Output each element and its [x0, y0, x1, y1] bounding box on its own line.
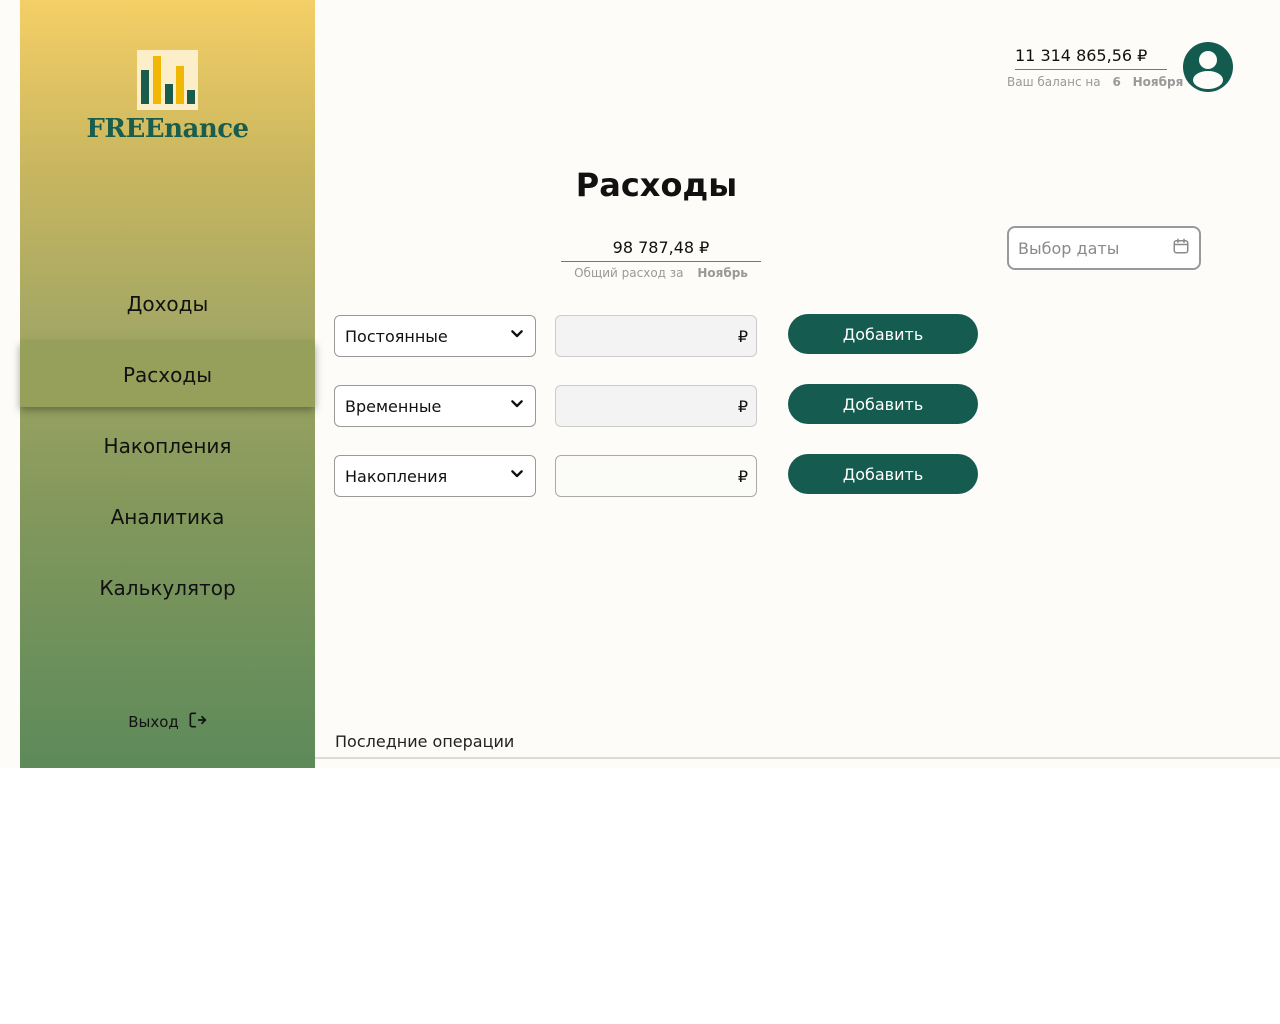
logout-icon [187, 710, 207, 734]
add-button[interactable]: Добавить [788, 384, 978, 424]
sidebar: FREEnance Доходы Расходы Накопления Анал… [20, 0, 315, 768]
divider [315, 757, 1280, 759]
add-button[interactable]: Добавить [788, 314, 978, 354]
currency-symbol: ₽ [737, 466, 748, 486]
logout-button[interactable]: Выход [20, 710, 315, 734]
amount-input[interactable]: ₽ [555, 455, 757, 497]
chevron-down-icon [509, 396, 525, 416]
sidebar-item-calculator[interactable]: Калькулятор [20, 555, 315, 620]
total-expense-widget: 98 787,48 ₽ Общий расход за Ноябрь [561, 234, 761, 280]
currency-symbol: ₽ [737, 396, 748, 416]
balance-value: 11 314 865,56 ₽ [1015, 42, 1167, 70]
expense-row-savings: Накопления ₽ Добавить [334, 454, 994, 497]
page-title: Расходы [575, 166, 738, 204]
total-month: Ноябрь [697, 266, 748, 280]
calendar-icon [1172, 237, 1190, 259]
chevron-down-icon [509, 326, 525, 346]
total-expense-value: 98 787,48 ₽ [561, 234, 761, 262]
balance-note: Ваш баланс на 6 Ноября [1007, 75, 1183, 89]
sidebar-item-income[interactable]: Доходы [20, 271, 315, 336]
logout-label: Выход [128, 713, 179, 731]
add-button[interactable]: Добавить [788, 454, 978, 494]
category-select-value: Постоянные [345, 326, 448, 346]
sidebar-item-savings[interactable]: Накопления [20, 413, 315, 478]
category-select-value: Временные [345, 396, 442, 416]
amount-input[interactable]: ₽ [555, 315, 757, 357]
sidebar-item-label: Калькулятор [99, 575, 236, 600]
total-expense-note: Общий расход за Ноябрь [561, 266, 761, 280]
app-window: FREEnance Доходы Расходы Накопления Анал… [0, 0, 1280, 768]
amount-input[interactable]: ₽ [555, 385, 757, 427]
category-select[interactable]: Постоянные [334, 315, 536, 357]
date-picker-placeholder: Выбор даты [1018, 238, 1120, 258]
chevron-down-icon [509, 466, 525, 486]
category-select[interactable]: Временные [334, 385, 536, 427]
sidebar-item-label: Расходы [122, 362, 212, 387]
date-picker-input[interactable]: Выбор даты [1007, 226, 1201, 270]
sidebar-item-label: Доходы [126, 291, 209, 316]
recent-operations-heading: Последние операции [335, 732, 515, 751]
category-select-value: Накопления [345, 466, 448, 486]
balance-widget: 11 314 865,56 ₽ Ваш баланс на 6 Ноября [1007, 42, 1183, 89]
total-note-label: Общий расход за [574, 266, 684, 280]
expense-row-temporary: Временные ₽ Добавить [334, 384, 994, 427]
bar-chart-icon [137, 50, 198, 110]
expense-row-permanent: Постоянные ₽ Добавить [334, 314, 994, 357]
balance-month: Ноября [1132, 75, 1184, 89]
sidebar-item-label: Аналитика [110, 504, 225, 529]
sidebar-item-label: Накопления [103, 433, 232, 458]
category-select[interactable]: Накопления [334, 455, 536, 497]
user-icon[interactable] [1183, 42, 1233, 92]
balance-day: 6 [1112, 75, 1121, 89]
logo-text: FREEnance [86, 114, 249, 144]
sidebar-item-analytics[interactable]: Аналитика [20, 484, 315, 549]
currency-symbol: ₽ [737, 326, 748, 346]
sidebar-item-expenses[interactable]: Расходы [20, 342, 315, 407]
balance-note-label: Ваш баланс на [1007, 75, 1101, 89]
